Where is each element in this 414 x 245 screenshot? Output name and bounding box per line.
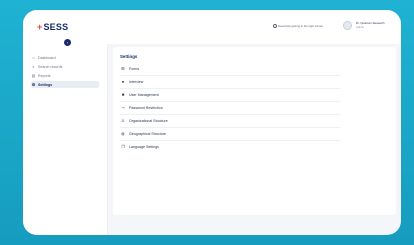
sidebar-item-label: Search records xyxy=(38,65,63,69)
search-icon: ⌕ xyxy=(32,64,35,69)
language-icon: ❐ xyxy=(121,144,125,149)
divider xyxy=(120,75,340,76)
reports-icon: ▤ xyxy=(31,73,36,78)
forms-icon: ⊞ xyxy=(121,66,125,71)
divider xyxy=(120,88,340,89)
settings-item-label: Forms xyxy=(129,67,140,71)
brand-plus: + xyxy=(37,22,43,32)
help-text: Need help getting to the right screen xyxy=(278,24,324,28)
brand-logo[interactable]: +SESS xyxy=(37,22,68,32)
user-menu[interactable]: Dr. Quantum Research Admin xyxy=(356,21,385,29)
settings-item-label: Interview xyxy=(129,80,144,84)
sidebar-item-search-records[interactable]: ⌕ Search records xyxy=(31,63,99,70)
settings-item-label: Organizational Structure xyxy=(129,119,168,123)
divider xyxy=(120,140,340,141)
help-link[interactable]: Need help getting to the right screen xyxy=(273,24,324,29)
brand-name: SESS xyxy=(43,22,69,32)
user-role: Admin xyxy=(356,25,364,29)
settings-item-label: Geographical Structure xyxy=(129,132,166,136)
app-window: +SESS Need help getting to the right scr… xyxy=(23,10,401,235)
divider xyxy=(120,114,340,115)
sidebar-item-settings[interactable]: ⚙ Settings xyxy=(31,81,99,88)
interview-icon: ● xyxy=(121,79,125,84)
divider xyxy=(120,127,340,128)
settings-item-label: Password Restriction xyxy=(129,106,163,110)
org-icon: ♙ xyxy=(121,118,125,123)
page-title: Settings xyxy=(120,54,138,59)
sidebar-item-label: Reports xyxy=(38,74,51,78)
settings-item-label: Language Settings xyxy=(129,145,159,149)
sidebar: ‹ ⌂ Dashboard ⌕ Search records ▤ Reports ⚙ S… xyxy=(23,39,108,235)
top-bar: +SESS Need help getting to the right scr… xyxy=(23,10,401,44)
settings-item-language-settings[interactable]: ❐ Language Settings xyxy=(120,142,330,152)
settings-item-interview[interactable]: ● Interview xyxy=(120,77,330,87)
sidebar-item-label: Dashboard xyxy=(38,56,56,60)
key-icon: ⊸ xyxy=(121,105,125,110)
settings-item-organizational-structure[interactable]: ♙ Organizational Structure xyxy=(120,116,330,126)
collapse-icon[interactable]: ‹ xyxy=(64,39,71,46)
settings-item-geographical-structure[interactable]: ◍ Geographical Structure xyxy=(120,129,330,139)
avatar[interactable] xyxy=(343,21,352,30)
globe-icon: ◍ xyxy=(121,131,125,136)
help-icon xyxy=(273,24,277,29)
home-icon: ⌂ xyxy=(32,55,35,60)
gear-icon: ⚙ xyxy=(31,82,36,87)
sidebar-item-reports[interactable]: ▤ Reports xyxy=(31,72,99,79)
users-icon: ■ xyxy=(121,92,125,97)
settings-panel: Settings ⊞ Forms ● Interview ■ User Managem… xyxy=(113,47,396,215)
settings-item-forms[interactable]: ⊞ Forms xyxy=(120,64,330,74)
settings-item-password-restriction[interactable]: ⊸ Password Restriction xyxy=(120,103,330,113)
settings-item-user-management[interactable]: ■ User Management xyxy=(120,90,330,100)
divider xyxy=(120,101,340,102)
sidebar-item-dashboard[interactable]: ⌂ Dashboard xyxy=(31,54,99,61)
sidebar-item-label: Settings xyxy=(38,83,53,87)
settings-item-label: User Management xyxy=(129,93,159,97)
